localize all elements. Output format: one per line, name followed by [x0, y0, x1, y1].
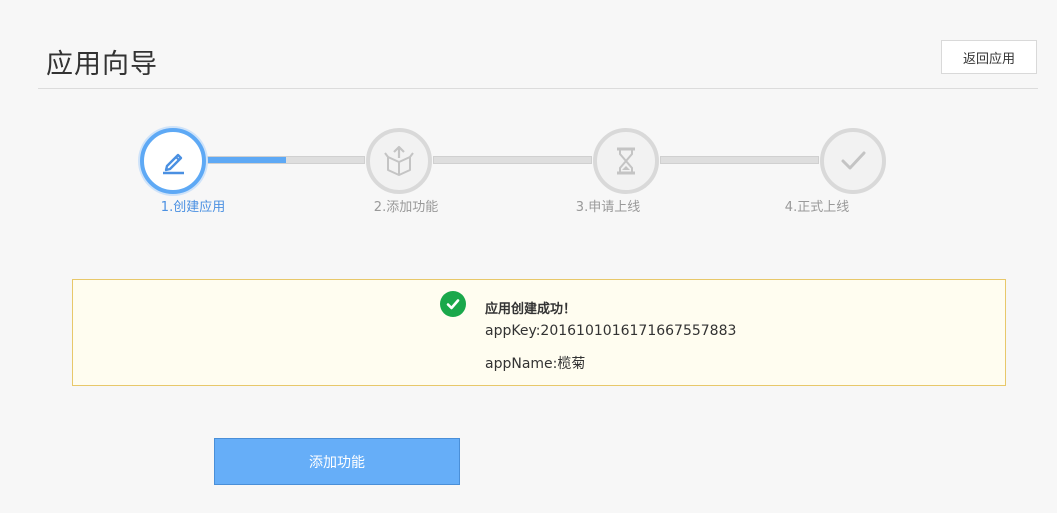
app-key-text: appKey:2016101016171667557883 — [485, 323, 737, 339]
step-track-1 — [206, 156, 365, 164]
step-track-3 — [660, 156, 819, 164]
step-track-progress — [207, 157, 286, 163]
step-2-label: 2.添加功能 — [373, 200, 439, 215]
step-4-circle[interactable] — [820, 128, 886, 194]
step-track-2 — [433, 156, 592, 164]
step-4-label: 4.正式上线 — [784, 200, 850, 215]
add-feature-button[interactable]: 添加功能 — [214, 438, 460, 485]
success-notice: 应用创建成功！ appKey:2016101016171667557883 ap… — [72, 279, 1006, 386]
step-1-label: 1.创建应用 — [160, 200, 226, 215]
hourglass-icon — [617, 147, 635, 175]
success-check-icon — [440, 291, 466, 317]
step-3-label: 3.申请上线 — [575, 200, 641, 215]
step-3-circle[interactable] — [593, 128, 659, 194]
step-1-circle[interactable] — [140, 128, 206, 194]
app-name-text: appName:榄菊 — [485, 356, 586, 372]
step-2-circle[interactable] — [366, 128, 432, 194]
box-icon — [384, 145, 414, 176]
notice-title: 应用创建成功！ — [485, 302, 577, 317]
pencil-icon — [163, 153, 184, 175]
checkmark-icon — [841, 151, 866, 170]
wizard-stepper: 1.创建应用 2.添加功能 3.申请上线 4.正式上线 — [0, 0, 1057, 230]
